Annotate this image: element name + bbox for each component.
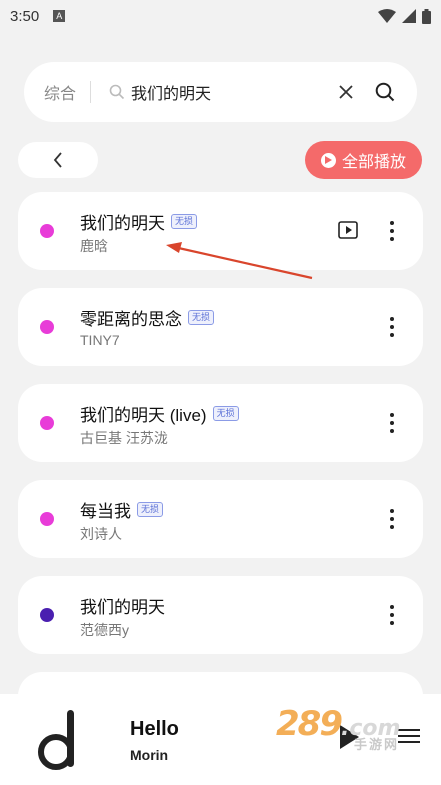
lossless-badge: 无损 [171,214,198,229]
playlist-icon [398,729,420,743]
song-title: 我们的明天 [80,214,165,233]
song-title-row: 每当我 无损 [80,497,164,522]
search-icon [375,82,395,102]
song-title: 每当我 [80,502,131,521]
playlist-button[interactable] [398,727,420,750]
song-artist: TINY7 [80,332,120,348]
song-item[interactable]: 零距离的思念 无损 TINY7 [18,288,423,366]
status-icons [378,8,431,24]
more-options-button[interactable] [384,507,400,531]
song-item[interactable]: 每当我 无损 刘诗人 [18,480,423,558]
song-title: 我们的明天 (live) [80,406,207,425]
search-bar: 综合 [24,62,417,122]
play-circle-icon [320,152,336,168]
lossless-badge: 无损 [212,406,239,421]
play-button[interactable] [338,724,360,755]
signal-icon [402,9,416,23]
mv-button[interactable] [338,221,358,244]
song-item[interactable]: 我们的明天 无损 鹿晗 [18,192,423,270]
search-button[interactable] [375,82,395,102]
play-icon [340,725,359,749]
song-dot [40,608,54,622]
status-bar: 3:50 A [0,0,441,32]
lossless-badge: 无损 [137,502,164,517]
search-tab-all[interactable]: 综合 [44,80,76,104]
search-input[interactable] [131,83,302,101]
search-divider [90,81,92,103]
song-artist: 古巨基 汪苏泷 [80,430,168,446]
song-dot [40,416,54,430]
status-time: 3:50 [10,7,40,25]
song-title-row: 我们的明天 无损 [80,209,198,234]
lossless-badge: 无损 [188,310,215,325]
song-item[interactable]: 我们的明天 (live) 无损 古巨基 汪苏泷 [18,384,423,462]
song-title-row: 我们的明天 (live) 无损 [80,401,239,426]
search-input-icon [109,84,125,100]
play-all-button[interactable]: 全部播放 [305,141,422,179]
now-playing-title: Hello [130,718,179,740]
chevron-left-icon [53,152,62,168]
notification-icon: A [53,10,66,22]
back-button[interactable] [18,142,98,178]
song-artist: 刘诗人 [80,526,122,542]
clear-search-button[interactable] [339,85,353,99]
album-cover [38,710,74,770]
play-all-label: 全部播放 [341,154,406,171]
song-artist: 鹿晗 [80,238,108,254]
more-options-button[interactable] [384,603,400,627]
close-icon [339,85,353,99]
more-options-button[interactable] [384,219,400,243]
song-title: 零距离的思念 [80,310,182,329]
song-title-row: 零距离的思念 无损 [80,305,215,330]
song-artist: 范德西y [80,622,129,638]
song-item[interactable]: 我们的明天 范德西y [18,576,423,654]
now-playing-artist: Morin [130,747,169,763]
battery-icon [422,8,431,24]
song-dot [40,224,54,238]
song-dot [40,512,54,526]
song-title-row: 我们的明天 [80,593,165,618]
wifi-icon [378,9,396,23]
song-dot [40,320,54,334]
more-options-button[interactable] [384,411,400,435]
video-play-icon [338,221,358,239]
now-playing-bar[interactable]: Hello Morin [0,694,441,785]
song-title: 我们的明天 [80,598,165,617]
more-options-button[interactable] [384,315,400,339]
